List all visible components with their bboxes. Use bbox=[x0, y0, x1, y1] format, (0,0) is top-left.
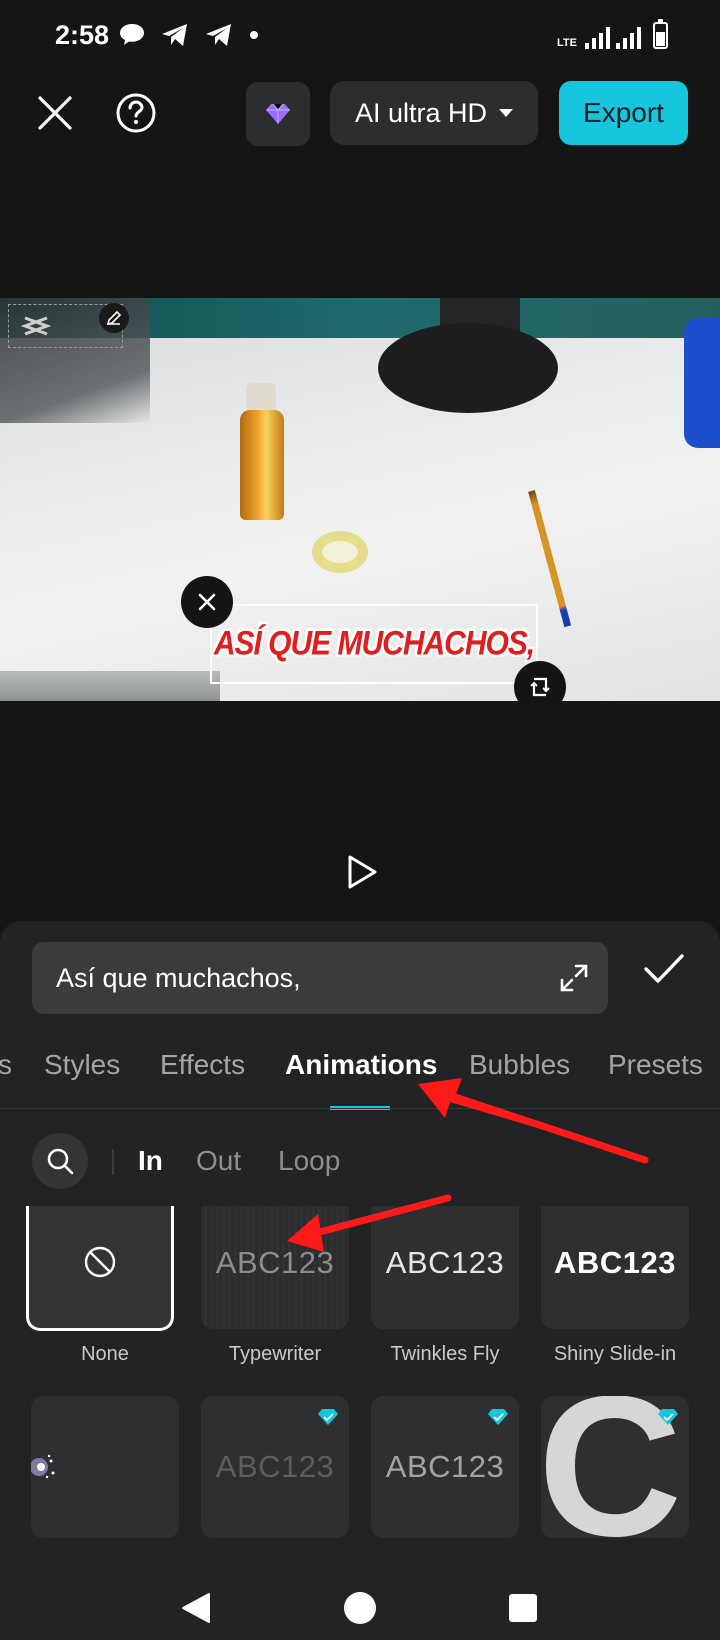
subtab-loop[interactable]: Loop bbox=[278, 1145, 340, 1177]
scene-desk-edge bbox=[0, 671, 220, 701]
divider bbox=[0, 1108, 720, 1109]
search-icon bbox=[47, 1148, 74, 1175]
animation-label: Twinkles Fly bbox=[390, 1343, 500, 1365]
nav-back-button[interactable] bbox=[176, 1588, 216, 1628]
close-button[interactable] bbox=[32, 90, 78, 136]
vip-diamond-icon bbox=[318, 1409, 338, 1425]
animation-gray[interactable]: ABC123 bbox=[371, 1396, 519, 1538]
telegram-icon bbox=[162, 24, 187, 46]
text-overlay-box[interactable]: ASÍ QUE MUCHACHOS, bbox=[210, 604, 538, 684]
vip-diamond-icon bbox=[658, 1409, 678, 1425]
sparkle-icon bbox=[31, 1454, 55, 1479]
video-preview[interactable]: ASÍ QUE MUCHACHOS, bbox=[0, 298, 720, 701]
notification-icons bbox=[118, 22, 260, 48]
scene-tape bbox=[312, 531, 368, 573]
tab-presets[interactable]: Presets bbox=[608, 1049, 703, 1081]
divider bbox=[112, 1149, 114, 1175]
animation-preview-text: ABC123 bbox=[215, 1244, 335, 1280]
recents-icon bbox=[509, 1594, 537, 1622]
search-button[interactable] bbox=[32, 1133, 88, 1189]
scene-blue-object bbox=[684, 318, 720, 448]
confirm-button[interactable] bbox=[640, 945, 688, 993]
subtab-in[interactable]: In bbox=[138, 1145, 163, 1177]
animation-twinkles-fly[interactable]: ABC123 bbox=[371, 1206, 519, 1329]
animation-faded[interactable]: ABC123 bbox=[201, 1396, 349, 1538]
text-input-field[interactable]: Así que muchachos, bbox=[32, 942, 608, 1014]
close-icon bbox=[198, 593, 216, 611]
signal-icon bbox=[616, 25, 641, 49]
tab-styles[interactable]: Styles bbox=[44, 1049, 120, 1081]
subtab-out[interactable]: Out bbox=[196, 1145, 241, 1177]
home-icon bbox=[344, 1592, 376, 1624]
text-delete-button[interactable] bbox=[181, 576, 233, 628]
none-icon bbox=[84, 1246, 116, 1278]
quality-label: AI ultra HD bbox=[354, 97, 488, 128]
text-rotate-button[interactable] bbox=[514, 661, 566, 701]
tab-animations[interactable]: Animations bbox=[285, 1049, 437, 1081]
animation-sparkle[interactable] bbox=[31, 1396, 179, 1538]
nav-recents-button[interactable] bbox=[503, 1588, 543, 1628]
battery-icon bbox=[653, 19, 668, 49]
status-time: 2:58 bbox=[55, 20, 110, 50]
nav-home-button[interactable] bbox=[340, 1588, 380, 1628]
system-icons: LTE bbox=[557, 19, 668, 49]
telegram-icon bbox=[206, 24, 231, 46]
animation-preview-text: ABC123 bbox=[385, 1449, 505, 1484]
text-edit-panel: Así que muchachos, s Styles Effects Anim… bbox=[0, 921, 720, 1571]
animation-label: Shiny Slide-in bbox=[553, 1343, 677, 1365]
expand-icon[interactable] bbox=[558, 962, 590, 994]
scene-monitor-base bbox=[378, 323, 558, 413]
export-button[interactable]: Export bbox=[559, 81, 688, 145]
text-input-value: Así que muchachos, bbox=[56, 962, 301, 993]
pencil-icon bbox=[106, 310, 122, 326]
tab-effects[interactable]: Effects bbox=[160, 1049, 245, 1081]
animation-preview-text: ABC123 bbox=[385, 1244, 505, 1280]
animation-preview-text: ABC123 bbox=[554, 1244, 676, 1280]
premium-button[interactable] bbox=[246, 82, 310, 146]
animation-big-letter[interactable]: C bbox=[541, 1396, 689, 1538]
vip-diamond-icon bbox=[488, 1409, 508, 1425]
tab-bar: s Styles Effects Animations Bubbles Pres… bbox=[0, 1037, 720, 1107]
back-icon bbox=[182, 1593, 210, 1623]
close-icon bbox=[38, 96, 72, 130]
animation-label: None bbox=[81, 1343, 129, 1365]
animation-shiny-slide-in[interactable]: ABC123 bbox=[541, 1206, 689, 1329]
signal-icon bbox=[585, 25, 610, 49]
tab-truncated[interactable]: s bbox=[0, 1049, 12, 1081]
chevron-down-icon bbox=[499, 109, 514, 117]
checkmark-icon bbox=[644, 954, 684, 983]
play-button[interactable] bbox=[341, 851, 383, 893]
animation-none[interactable] bbox=[26, 1206, 174, 1331]
subtab-bar: In Out Loop bbox=[0, 1131, 720, 1191]
dot-icon bbox=[250, 31, 258, 39]
lte-label: LTE bbox=[557, 37, 577, 49]
help-button[interactable] bbox=[113, 90, 159, 136]
overlay-text: ASÍ QUE MUCHACHOS, bbox=[213, 624, 535, 663]
rotate-scale-icon bbox=[530, 677, 550, 697]
diamond-icon bbox=[266, 103, 290, 124]
top-toolbar: AI ultra HD Export bbox=[0, 78, 720, 148]
animation-typewriter[interactable]: ABC123 bbox=[201, 1206, 349, 1329]
play-icon bbox=[348, 855, 377, 889]
watermark-edit-button[interactable] bbox=[99, 303, 129, 333]
scene-bottle bbox=[240, 410, 284, 520]
chat-bubble-icon bbox=[120, 24, 144, 45]
status-bar: 2:58 LTE bbox=[0, 0, 720, 72]
animation-label: Typewriter bbox=[228, 1343, 322, 1365]
quality-dropdown[interactable]: AI ultra HD bbox=[330, 81, 538, 145]
animation-grid: ABC123 ABC123 ABC123 None Typewriter Twi… bbox=[0, 1206, 720, 1566]
help-icon bbox=[116, 93, 156, 133]
tab-bubbles[interactable]: Bubbles bbox=[469, 1049, 570, 1081]
capcut-logo-icon bbox=[21, 316, 51, 336]
android-nav-bar bbox=[0, 1571, 720, 1640]
animation-preview-text: ABC123 bbox=[215, 1449, 335, 1484]
